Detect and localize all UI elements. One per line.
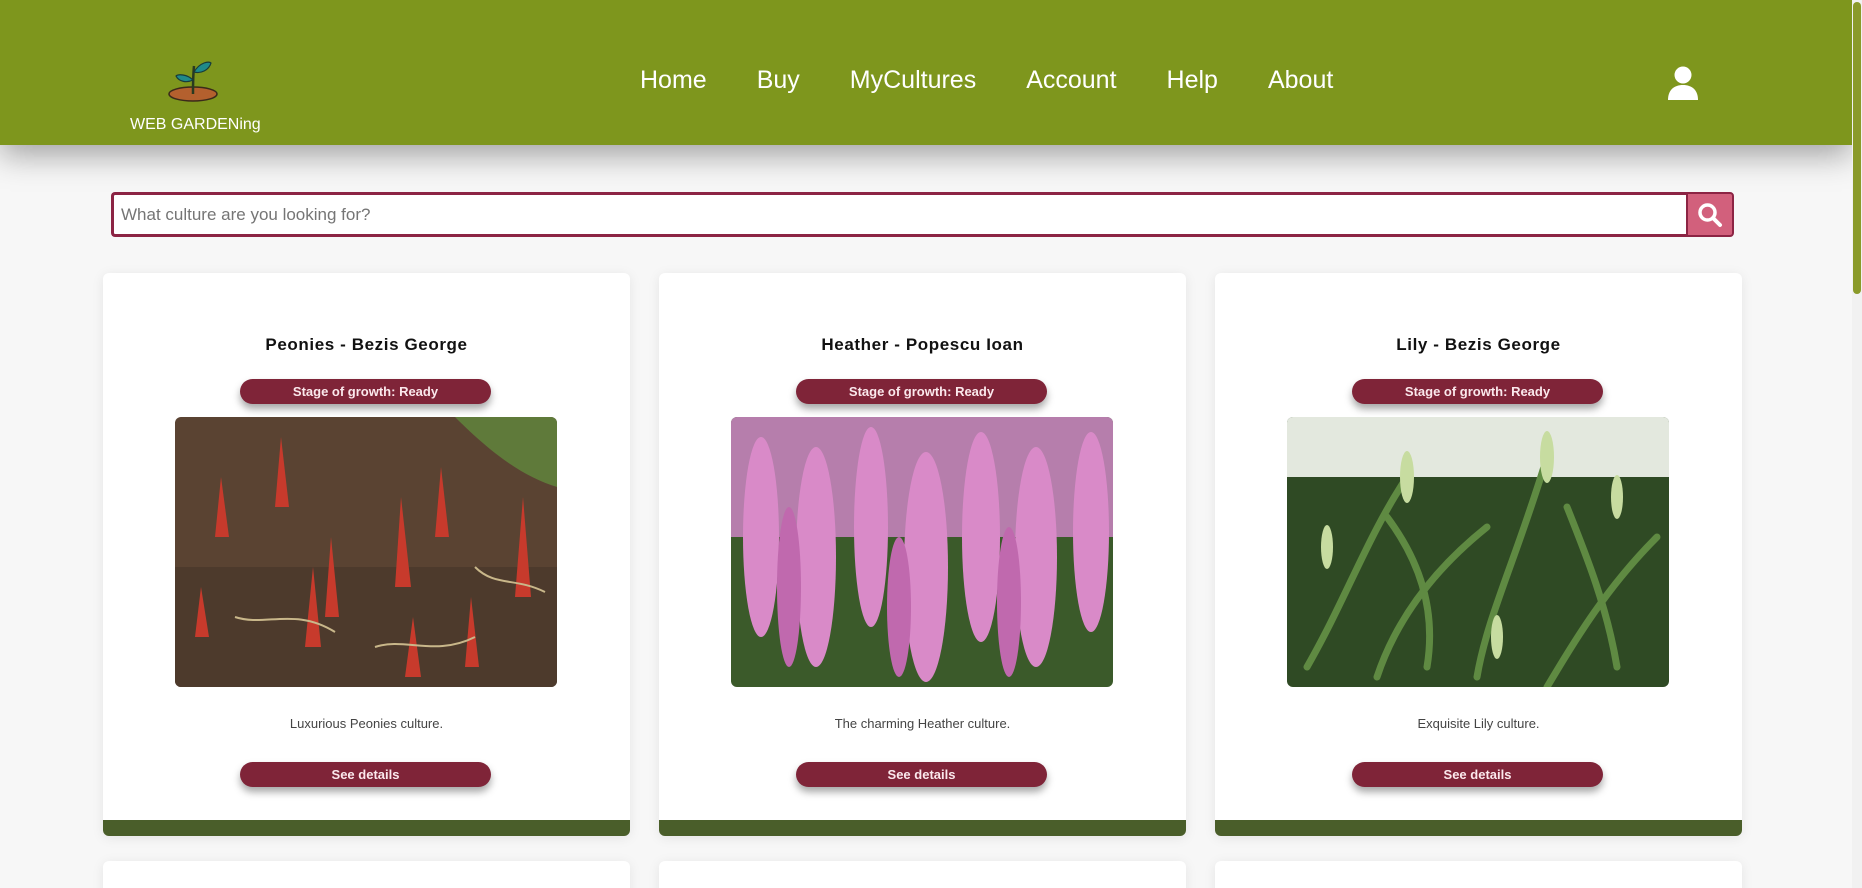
page-scrollbar[interactable] <box>1852 0 1862 888</box>
main-nav: Home Buy MyCultures Account Help About <box>640 66 1383 95</box>
culture-card-partial <box>659 861 1186 888</box>
nav-account[interactable]: Account <box>1026 66 1116 95</box>
culture-card: Heather - Popescu Ioan Stage of growth: … <box>659 273 1186 836</box>
card-title: Peonies - Bezis George <box>265 335 468 354</box>
culture-card: Lily - Bezis George Stage of growth: Rea… <box>1215 273 1742 836</box>
card-description: Exquisite Lily culture. <box>1417 716 1540 731</box>
sprout-icon <box>168 61 218 102</box>
see-details-button[interactable]: See details <box>240 762 491 787</box>
user-icon[interactable] <box>1667 66 1699 100</box>
search-bar <box>111 192 1734 237</box>
card-image <box>1287 417 1669 687</box>
card-footer-bar <box>1215 820 1742 836</box>
search-input[interactable] <box>111 192 1686 237</box>
brand-logo[interactable]: WEB GARDENing <box>130 58 261 134</box>
nav-home[interactable]: Home <box>640 66 707 95</box>
scrollbar-thumb[interactable] <box>1853 2 1861 294</box>
card-footer-bar <box>103 820 630 836</box>
nav-mycultures[interactable]: MyCultures <box>850 66 976 95</box>
card-footer-bar <box>659 820 1186 836</box>
search-button[interactable] <box>1686 192 1734 237</box>
card-title: Heather - Popescu Ioan <box>821 335 1024 354</box>
card-image <box>175 417 557 687</box>
nav-help[interactable]: Help <box>1167 66 1218 95</box>
card-description: Luxurious Peonies culture. <box>289 716 444 731</box>
brand-name: WEB GARDENing <box>130 116 261 133</box>
see-details-button[interactable]: See details <box>796 762 1047 787</box>
stage-badge: Stage of growth: Ready <box>240 379 491 404</box>
culture-card-partial <box>1215 861 1742 888</box>
culture-card-partial <box>103 861 630 888</box>
search-icon <box>1698 202 1722 227</box>
card-image <box>731 417 1113 687</box>
stage-badge: Stage of growth: Ready <box>796 379 1047 404</box>
site-header: WEB GARDENing Home Buy MyCultures Accoun… <box>0 0 1852 145</box>
nav-buy[interactable]: Buy <box>757 66 800 95</box>
see-details-button[interactable]: See details <box>1352 762 1603 787</box>
nav-about[interactable]: About <box>1268 66 1333 95</box>
culture-card: Peonies - Bezis George Stage of growth: … <box>103 273 630 836</box>
stage-badge: Stage of growth: Ready <box>1352 379 1603 404</box>
card-description: The charming Heather culture. <box>834 716 1011 731</box>
card-title: Lily - Bezis George <box>1396 335 1561 354</box>
